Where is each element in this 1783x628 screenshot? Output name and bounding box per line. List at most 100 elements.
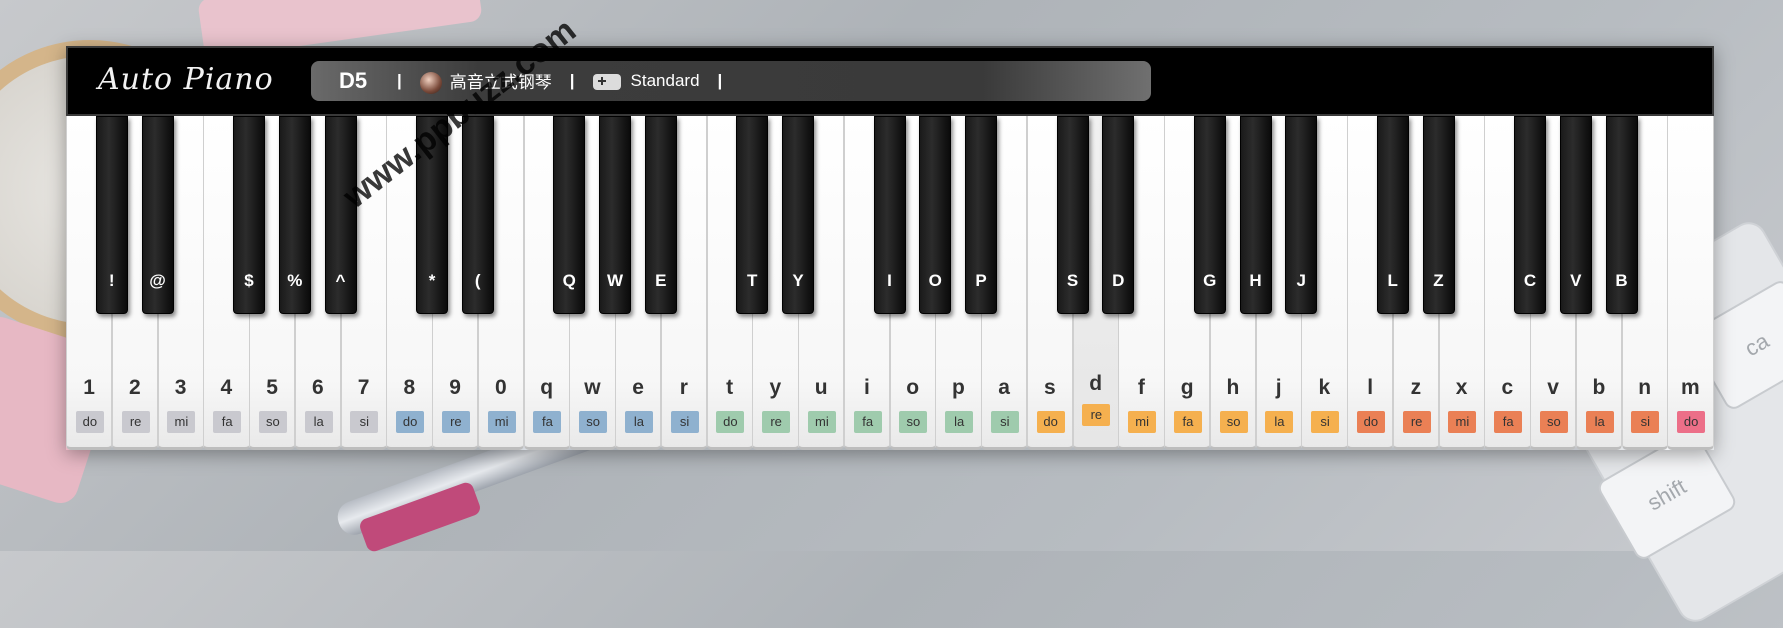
key-label: H: [1249, 271, 1262, 290]
key-label: j: [1275, 376, 1282, 399]
key-label: 1: [83, 376, 95, 399]
key-label: 9: [449, 376, 461, 399]
key-label: r: [679, 376, 688, 399]
black-key-J[interactable]: J: [1285, 116, 1318, 314]
key-label: k: [1318, 376, 1331, 399]
solfege-label: do: [1036, 411, 1065, 433]
black-key-S[interactable]: S: [1056, 116, 1089, 314]
black-key-([interactable]: (: [461, 116, 494, 314]
key-label: 0: [495, 376, 507, 399]
black-key-Z[interactable]: Z: [1422, 116, 1455, 314]
black-key-C[interactable]: C: [1514, 116, 1546, 314]
mode-label: Standard: [630, 71, 700, 90]
black-key-^[interactable]: ^: [324, 116, 357, 314]
black-key-W[interactable]: W: [599, 116, 631, 314]
key-label: L: [1387, 271, 1398, 290]
black-key-G[interactable]: G: [1193, 116, 1226, 314]
key-label: S: [1066, 271, 1079, 290]
key-label: c: [1501, 376, 1514, 399]
solfege-label: mi: [1448, 411, 1477, 433]
key-label: O: [928, 271, 942, 290]
black-key-V[interactable]: V: [1559, 116, 1592, 314]
solfege-label: re: [441, 411, 470, 433]
key-label: B: [1615, 271, 1628, 290]
key-label: o: [906, 376, 920, 399]
black-key-$[interactable]: $: [233, 116, 265, 314]
solfege-label: si: [1311, 411, 1340, 433]
key-label: 3: [174, 376, 187, 399]
piano-instrument-icon: [419, 72, 442, 95]
black-key-O[interactable]: O: [919, 116, 952, 314]
key-label: e: [632, 376, 644, 399]
solfege-label: so: [258, 411, 287, 433]
solfege-label: si: [990, 411, 1019, 433]
black-key-%[interactable]: %: [278, 116, 311, 314]
key-label: p: [951, 376, 965, 399]
black-key-*[interactable]: *: [416, 116, 448, 314]
key-label: !: [108, 271, 115, 290]
key-label: E: [655, 271, 667, 290]
instrument-selector[interactable]: 高音立式钢琴: [419, 68, 552, 95]
key-label: g: [1180, 376, 1194, 399]
black-key-Y[interactable]: Y: [782, 116, 814, 314]
separator: |: [717, 71, 723, 90]
black-key-Q[interactable]: Q: [553, 116, 586, 314]
black-key-I[interactable]: I: [873, 116, 906, 314]
solfege-label: re: [1082, 404, 1111, 426]
solfege-label: fa: [213, 411, 242, 433]
solfege-label: fa: [533, 411, 562, 433]
solfege-label: fa: [853, 411, 882, 433]
key-label: l: [1367, 376, 1374, 399]
solfege-label: fa: [1494, 411, 1523, 433]
key-label: i: [863, 376, 870, 399]
black-key-B[interactable]: B: [1605, 116, 1638, 314]
solfege-label: re: [121, 411, 150, 433]
black-key-P[interactable]: P: [965, 116, 997, 314]
key-label: m: [1681, 376, 1700, 399]
solfege-label: do: [75, 411, 104, 433]
top-bar: Auto Piano D5 | 高音立式钢琴 | Standard |: [66, 46, 1714, 116]
solfege-label: do: [716, 411, 745, 433]
key-label: 6: [312, 376, 324, 399]
key-label: 7: [357, 376, 370, 399]
key-label: z: [1410, 376, 1422, 399]
instrument-label: 高音立式钢琴: [449, 72, 552, 92]
separator: |: [569, 71, 575, 90]
solfege-label: so: [1539, 411, 1568, 433]
key-label: b: [1592, 376, 1606, 399]
key-label: d: [1089, 372, 1103, 395]
black-key-T[interactable]: T: [736, 116, 769, 314]
key-label: $: [244, 271, 254, 290]
black-key-E[interactable]: E: [644, 116, 677, 314]
mode-selector[interactable]: Standard: [592, 71, 700, 91]
solfege-label: mi: [807, 411, 836, 433]
solfege-label: si: [350, 411, 379, 433]
black-key-L[interactable]: L: [1376, 116, 1409, 314]
key-label: t: [726, 376, 734, 399]
piano: Auto Piano D5 | 高音立式钢琴 | Standard | 1 do 2…: [66, 11, 1714, 450]
key-label: T: [747, 271, 758, 290]
key-label: s: [1044, 376, 1056, 399]
key-label: u: [814, 376, 828, 399]
solfege-label: mi: [487, 411, 516, 433]
key-label: 5: [266, 376, 278, 399]
black-key-@[interactable]: @: [141, 116, 174, 314]
solfege-label: la: [1265, 411, 1294, 433]
key-label: D: [1112, 271, 1125, 290]
solfege-label: mi: [1128, 411, 1157, 433]
key-label: a: [998, 376, 1010, 399]
key-label: 2: [129, 376, 141, 399]
key-label: ^: [335, 271, 346, 290]
solfege-label: do: [1356, 411, 1385, 433]
white-key-m[interactable]: m do: [1667, 116, 1714, 450]
solfege-label: so: [1219, 411, 1248, 433]
black-key-D[interactable]: D: [1102, 116, 1135, 314]
key-label: 4: [220, 376, 233, 399]
black-key-H[interactable]: H: [1239, 116, 1272, 314]
solfege-label: la: [1585, 411, 1614, 433]
solfege-label: so: [579, 411, 608, 433]
key-label: 8: [403, 376, 416, 399]
black-key-![interactable]: !: [95, 116, 128, 314]
solfege-label: la: [624, 411, 653, 433]
solfege-label: do: [396, 411, 425, 433]
